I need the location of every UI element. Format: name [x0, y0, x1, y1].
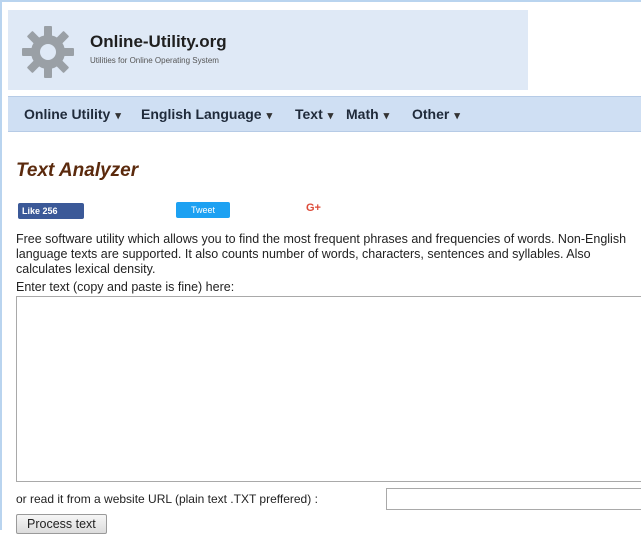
- facebook-like-button[interactable]: Like 256: [18, 203, 84, 219]
- process-text-button[interactable]: Process text: [16, 514, 107, 534]
- chevron-down-icon: ▾: [266, 110, 273, 122]
- chevron-down-icon: ▾: [454, 110, 460, 122]
- header-ad-area: [528, 10, 641, 90]
- site-name[interactable]: Online-Utility.org: [90, 32, 227, 52]
- chevron-down-icon: ▾: [383, 110, 390, 122]
- google-plus-button[interactable]: G+: [306, 202, 321, 214]
- gear-icon: [22, 26, 74, 78]
- url-input-label: or read it from a website URL (plain tex…: [16, 492, 318, 506]
- url-input-field[interactable]: [386, 488, 641, 510]
- nav-label: Other: [412, 106, 450, 122]
- nav-math[interactable]: Math ▾: [346, 106, 389, 122]
- nav-label: Text: [295, 106, 323, 122]
- nav-label: English Language: [141, 106, 262, 122]
- nav-label: Online Utility: [24, 106, 111, 122]
- nav-label: Math: [346, 106, 379, 122]
- main-navigation: Online Utility ▾ English Language ▾ Text ▾ …: [8, 96, 641, 132]
- chevron-down-icon: ▾: [327, 110, 334, 122]
- chevron-down-icon: ▾: [115, 110, 121, 122]
- nav-other[interactable]: Other ▾: [412, 106, 460, 122]
- tweet-button[interactable]: Tweet: [176, 202, 230, 218]
- tool-description: Free software utility which allows you t…: [16, 232, 627, 276]
- text-input-area[interactable]: [16, 296, 641, 482]
- like-label: Like 256: [22, 206, 58, 216]
- nav-online-utility[interactable]: Online Utility ▾: [24, 106, 121, 122]
- site-tagline: Utilities for Online Operating System: [90, 56, 219, 65]
- text-input-label: Enter text (copy and paste is fine) here…: [16, 280, 235, 294]
- site-header: Online-Utility.org Utilities for Online …: [8, 10, 641, 90]
- nav-english-language[interactable]: English Language ▾: [141, 106, 272, 122]
- nav-text[interactable]: Text ▾: [295, 106, 333, 122]
- tweet-label: Tweet: [190, 205, 215, 215]
- page-title: Text Analyzer: [16, 160, 139, 181]
